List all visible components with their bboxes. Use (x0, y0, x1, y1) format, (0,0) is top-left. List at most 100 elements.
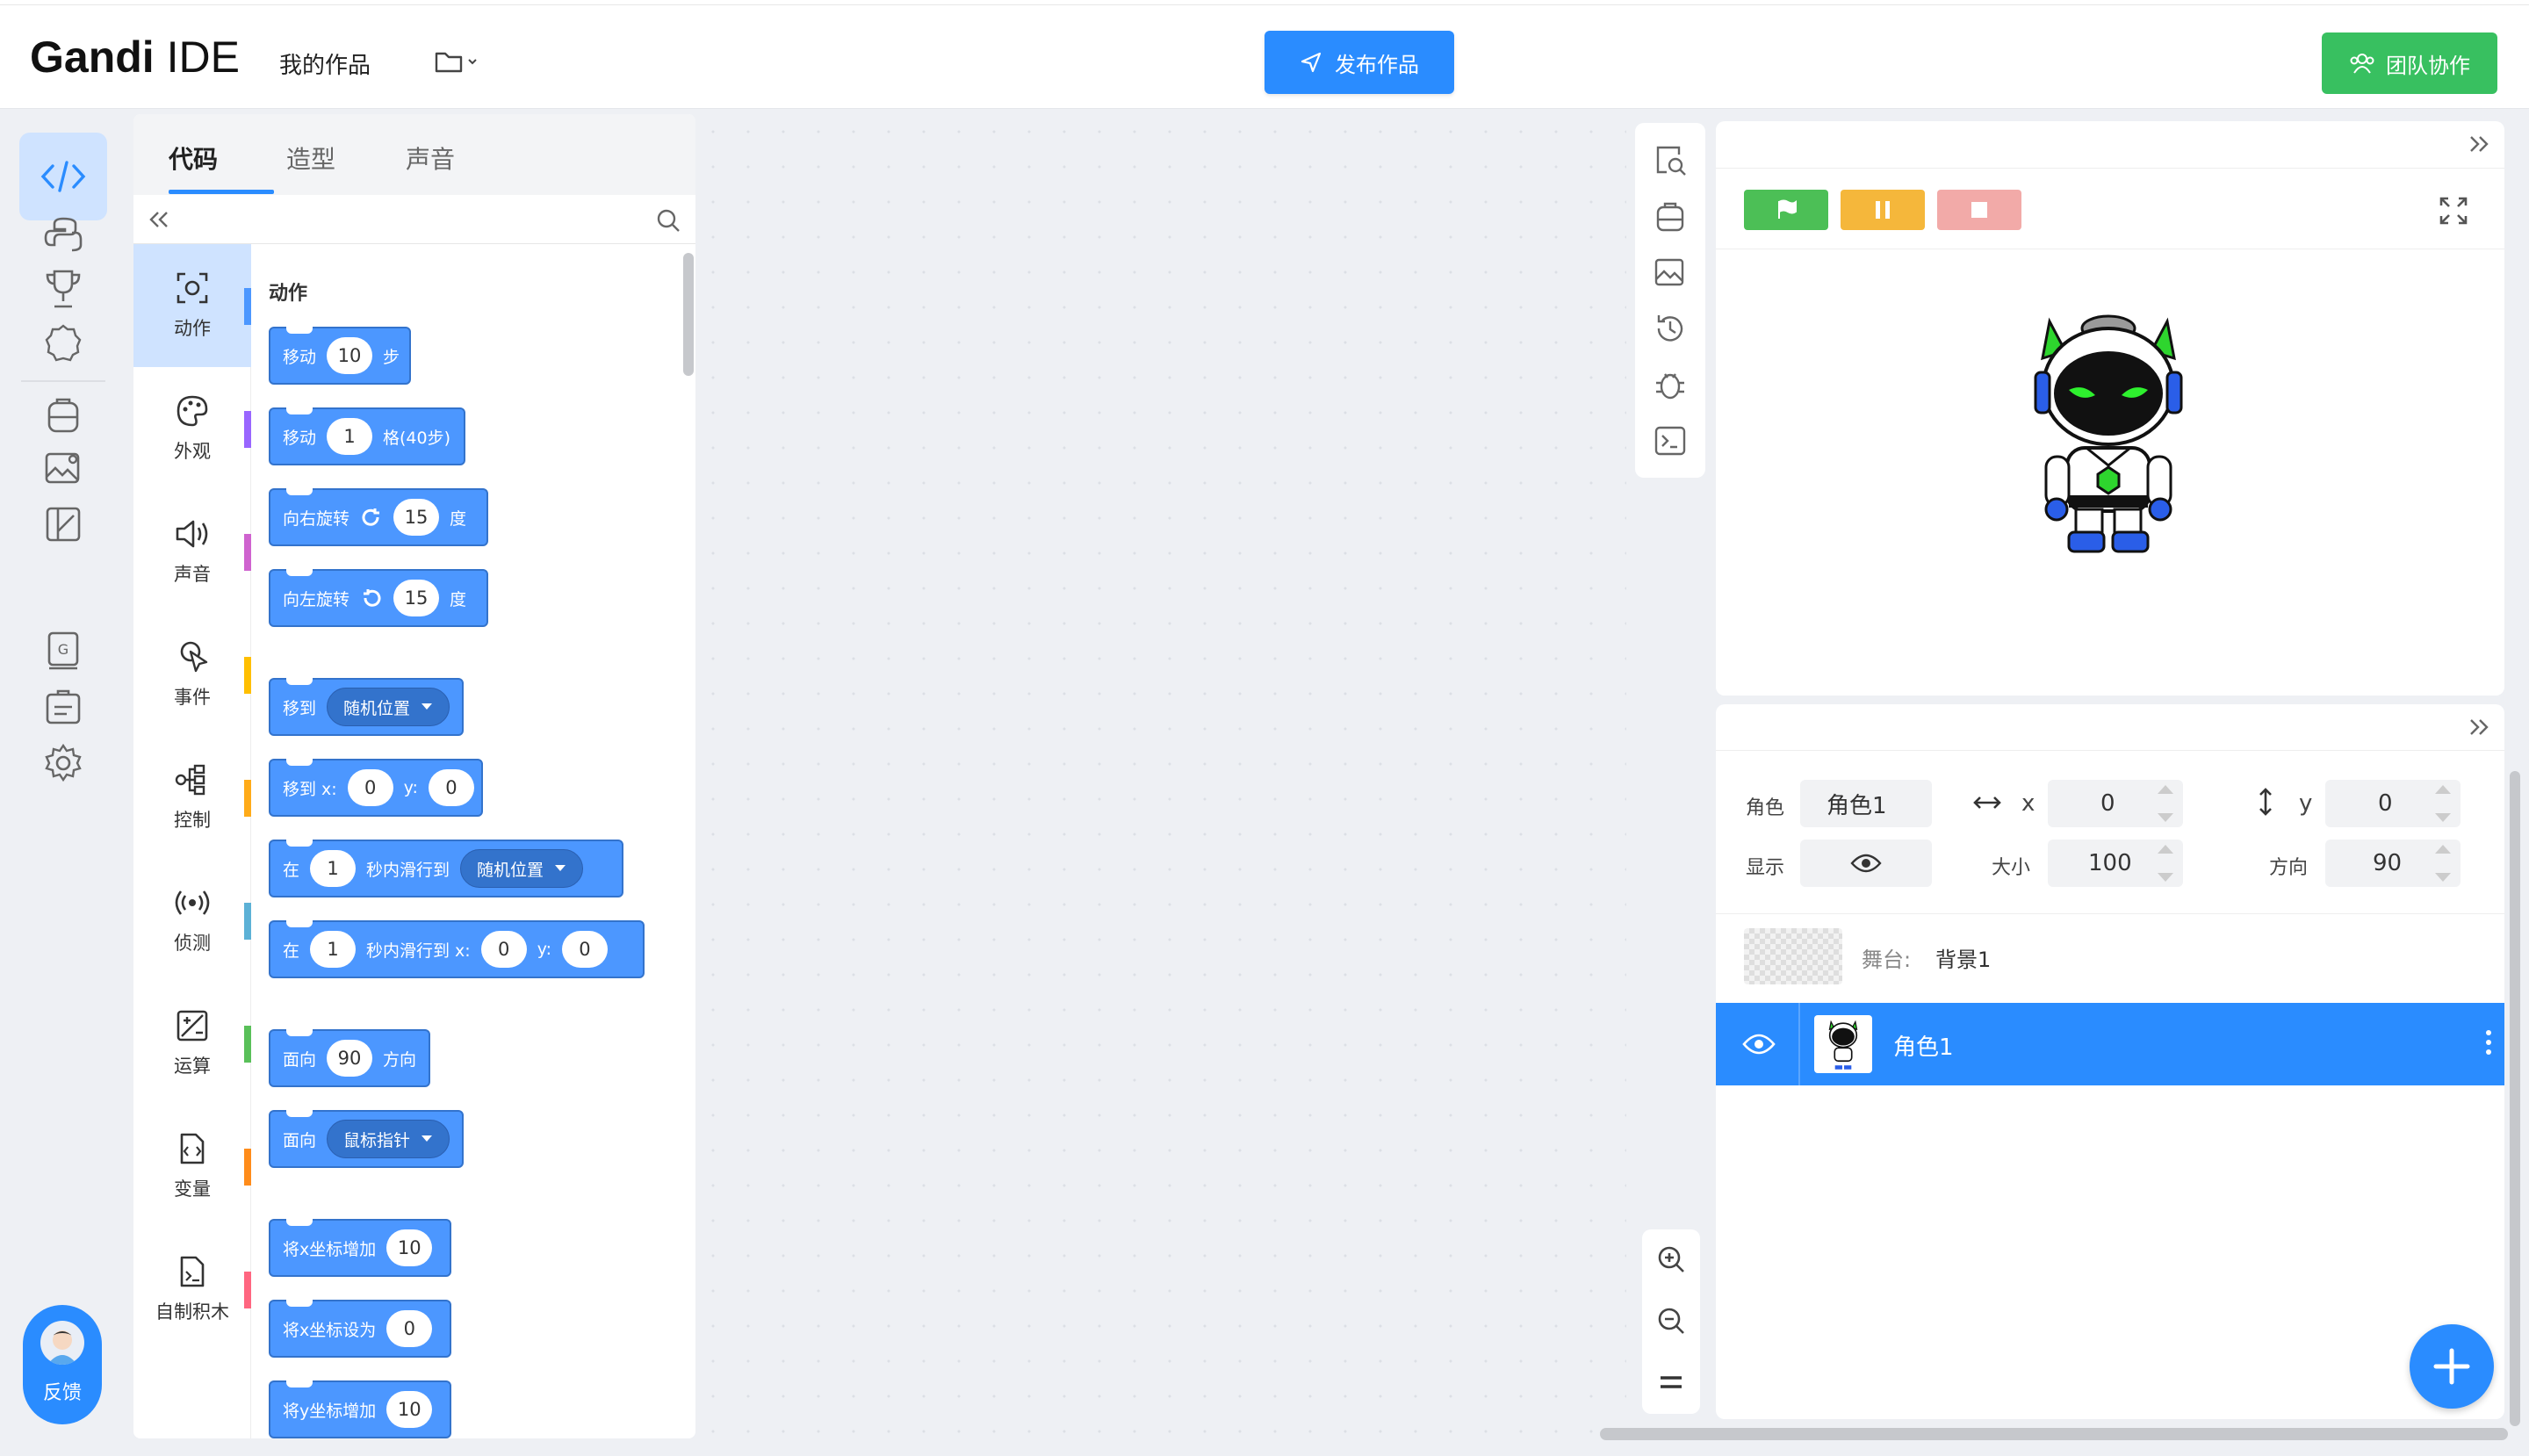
size-input[interactable]: 100 (2048, 840, 2183, 887)
debug-button[interactable] (1651, 365, 1690, 404)
more-vertical-icon[interactable] (2485, 1029, 2492, 1056)
collapse-icon[interactable] (146, 209, 170, 230)
palette-scrollbar[interactable] (683, 253, 694, 376)
workspace-vertical-scrollbar[interactable] (2510, 771, 2520, 1426)
my-works-link[interactable]: 我的作品 (279, 47, 371, 80)
terminal-icon (1654, 426, 1686, 456)
sprite-list-item[interactable]: 角色1 (1716, 1003, 2504, 1085)
size-stepper[interactable] (2155, 845, 2176, 882)
terminal-button[interactable] (1651, 422, 1690, 460)
block-point-direction[interactable]: 面向 90 方向 (269, 1029, 430, 1087)
visibility-toggle[interactable] (1800, 840, 1932, 887)
number-input[interactable]: 1 (327, 418, 373, 455)
eye-icon[interactable] (1742, 1033, 1776, 1056)
speaker-icon (176, 520, 208, 548)
vertical-arrows-icon (2259, 788, 2272, 816)
expand-right-icon[interactable] (2468, 133, 2490, 155)
y-input[interactable]: 0 (561, 931, 608, 968)
zoom-in-button[interactable] (1652, 1240, 1690, 1279)
block-change-x[interactable]: 将x坐标增加 10 (269, 1219, 451, 1277)
svg-text:G: G (58, 641, 68, 658)
number-input[interactable]: 1 (310, 931, 357, 968)
stage-backdrop-row[interactable]: 舞台: 背景1 (1716, 913, 2504, 998)
zoom-controls (1642, 1229, 1700, 1414)
zoom-out-button[interactable] (1652, 1301, 1690, 1340)
category-sound[interactable]: 声音 (133, 490, 251, 613)
block-glide-xy[interactable]: 在 1 秒内滑行到 x: 0 y: 0 (269, 920, 645, 978)
x-input[interactable]: 0 (347, 769, 393, 806)
stop-button[interactable] (1937, 190, 2021, 230)
x-stepper[interactable] (2155, 785, 2176, 822)
find-button[interactable] (1651, 141, 1690, 179)
category-events[interactable]: 事件 (133, 613, 251, 736)
workspace-horizontal-scrollbar[interactable] (1600, 1428, 2508, 1440)
number-input[interactable]: 15 (393, 580, 440, 616)
direction-input[interactable]: 90 (2325, 840, 2461, 887)
add-sprite-button[interactable] (2410, 1324, 2494, 1409)
category-operators[interactable]: 运算 (133, 982, 251, 1105)
bug-icon (1656, 373, 1684, 400)
expand-right-icon[interactable] (2468, 717, 2490, 738)
file-menu-button[interactable] (434, 44, 486, 79)
robot-sprite[interactable] (2025, 302, 2192, 557)
number-input[interactable]: 0 (386, 1310, 433, 1347)
block-change-y[interactable]: 将y坐标增加 10 (269, 1380, 451, 1438)
block-goto-xy[interactable]: 移到 x: 0 y: 0 (269, 759, 483, 817)
y-stepper[interactable] (2432, 785, 2453, 822)
block-move-steps[interactable]: 移动 10 步 (269, 327, 411, 385)
publish-button[interactable]: 发布作品 (1264, 31, 1454, 94)
horizontal-arrows-icon (1973, 796, 2001, 809)
zoom-out-icon (1658, 1308, 1684, 1334)
block-point-towards[interactable]: 面向 鼠标指针 (269, 1110, 464, 1168)
category-my-blocks[interactable]: 自制积木 (133, 1228, 251, 1351)
block-turn-left[interactable]: 向左旋转 15 度 (269, 569, 488, 627)
direction-stepper[interactable] (2432, 845, 2453, 882)
category-control[interactable]: 控制 (133, 736, 251, 859)
feedback-button[interactable]: 反馈 (23, 1305, 102, 1424)
stage-canvas[interactable] (1716, 249, 2504, 696)
category-looks[interactable]: 外观 (133, 367, 251, 490)
block-glide-to[interactable]: 在 1 秒内滑行到 随机位置 (269, 840, 623, 897)
category-motion[interactable]: 动作 (133, 244, 251, 367)
towards-target-dropdown[interactable]: 鼠标指针 (327, 1120, 450, 1158)
number-input[interactable]: 1 (310, 850, 357, 887)
asset-library-button[interactable] (1651, 253, 1690, 292)
x-input[interactable]: 0 (480, 931, 527, 968)
number-input[interactable]: 10 (386, 1229, 433, 1266)
app-logo[interactable]: Gandi IDE (30, 32, 240, 83)
tab-code[interactable]: 代码 (169, 141, 218, 176)
glide-target-dropdown[interactable]: 随机位置 (460, 849, 584, 888)
sprite-name-input[interactable]: 角色1 (1800, 780, 1932, 827)
rail-design-button[interactable] (19, 480, 107, 568)
tab-sounds[interactable]: 声音 (406, 141, 455, 176)
number-input[interactable]: 10 (327, 337, 373, 374)
zoom-reset-button[interactable] (1652, 1363, 1690, 1402)
tab-costumes[interactable]: 造型 (286, 141, 335, 176)
number-input[interactable]: 15 (393, 499, 440, 536)
pause-button[interactable] (1841, 190, 1925, 230)
x-position-input[interactable]: 0 (2048, 780, 2183, 827)
number-input[interactable]: 90 (327, 1040, 373, 1077)
block-move-grid[interactable]: 移动 1 格(40步) (269, 407, 465, 465)
palette-icon (177, 395, 208, 427)
backpack-button[interactable] (1651, 197, 1690, 235)
y-input[interactable]: 0 (428, 769, 474, 806)
fullscreen-icon[interactable] (2438, 195, 2469, 227)
category-variables[interactable]: 变量 (133, 1105, 251, 1228)
image-icon (1654, 258, 1684, 286)
rail-settings-button[interactable] (19, 719, 107, 807)
show-label: 显示 (1746, 857, 1785, 879)
block-turn-right[interactable]: 向右旋转 15 度 (269, 488, 488, 546)
goto-target-dropdown[interactable]: 随机位置 (327, 688, 450, 726)
code-workspace[interactable] (695, 114, 1626, 1438)
search-icon[interactable] (655, 207, 681, 234)
block-set-x[interactable]: 将x坐标设为 0 (269, 1300, 451, 1358)
green-flag-button[interactable] (1744, 190, 1828, 230)
history-button[interactable] (1651, 309, 1690, 348)
number-input[interactable]: 10 (386, 1391, 433, 1428)
category-sensing[interactable]: 侦测 (133, 859, 251, 982)
block-goto[interactable]: 移到 随机位置 (269, 678, 464, 736)
badge-icon (45, 324, 82, 362)
team-collab-button[interactable]: 团队协作 (2322, 32, 2497, 94)
y-position-input[interactable]: 0 (2325, 780, 2461, 827)
